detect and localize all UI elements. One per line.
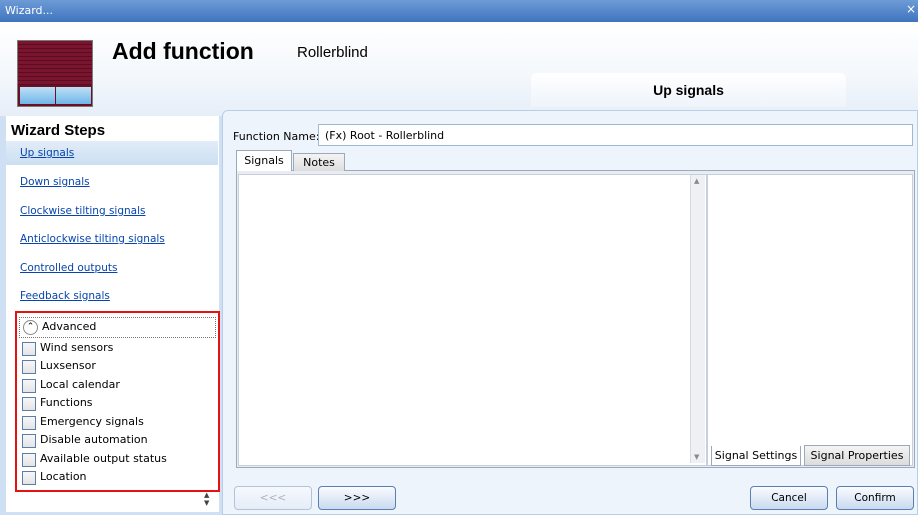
scroll-down-icon[interactable]: ▼ (204, 499, 216, 507)
step-link[interactable]: Feedback signals (20, 290, 110, 302)
chevron-up-icon[interactable]: ⌃ (23, 320, 38, 335)
checkbox-label: Location (40, 470, 87, 483)
checkbox-label: Functions (40, 396, 93, 409)
step-link[interactable]: Down signals (20, 176, 90, 188)
scroll-down-icon[interactable]: ▼ (694, 453, 699, 461)
window-titlebar: Wizard... × (0, 0, 918, 22)
step-down-signals[interactable]: Down signals (6, 170, 218, 194)
close-icon[interactable]: × (906, 2, 916, 16)
step-link[interactable]: Anticlockwise tilting signals (20, 233, 165, 245)
checkbox-box[interactable] (22, 416, 36, 430)
step-controlled-outputs[interactable]: Controlled outputs (6, 256, 218, 280)
current-step-tab: Up signals (531, 73, 846, 107)
checkbox-box[interactable] (22, 434, 36, 448)
page-title: Add function (112, 38, 254, 64)
checkbox-box[interactable] (22, 379, 36, 393)
window-title: Wizard... (5, 4, 54, 17)
page-subtitle: Rollerblind (297, 44, 368, 61)
sidebar-scroll-arrows[interactable]: ▲ ▼ (204, 491, 216, 512)
checkbox-box[interactable] (22, 397, 36, 411)
checkbox-label: Luxsensor (40, 359, 96, 372)
function-name-label: Function Name: (233, 130, 320, 143)
previous-button[interactable]: <<< (234, 486, 312, 510)
tab-signals[interactable]: Signals (236, 150, 292, 171)
checkbox-label: Local calendar (40, 378, 120, 391)
step-up-signals[interactable]: Up signals (6, 141, 218, 165)
step-link[interactable]: Clockwise tilting signals (20, 205, 145, 217)
step-link[interactable]: Up signals (20, 147, 74, 159)
advanced-section-header[interactable]: ⌃ Advanced (19, 317, 216, 338)
function-name-input[interactable]: (Fx) Root - Rollerblind (318, 124, 913, 146)
checkbox-box[interactable] (22, 471, 36, 485)
checkbox-label: Wind sensors (40, 341, 114, 354)
next-button[interactable]: >>> (318, 486, 396, 510)
confirm-button[interactable]: Confirm (836, 486, 914, 510)
checkbox-box[interactable] (22, 360, 36, 374)
signal-properties-area (707, 174, 913, 466)
rollerblind-icon (17, 40, 93, 107)
step-clockwise-tilting-signals[interactable]: Clockwise tilting signals (6, 199, 218, 223)
scroll-up-icon[interactable]: ▲ (694, 177, 699, 185)
cancel-button[interactable]: Cancel (750, 486, 828, 510)
checkbox-box[interactable] (22, 453, 36, 467)
tab-signal-settings[interactable]: Signal Settings (711, 446, 801, 466)
step-link[interactable]: Controlled outputs (20, 262, 117, 274)
checkbox-label: Emergency signals (40, 415, 144, 428)
tab-signal-properties[interactable]: Signal Properties (804, 445, 910, 466)
checkbox-label: Available output status (40, 452, 167, 465)
checkbox-label: Disable automation (40, 433, 148, 446)
step-anticlockwise-tilting-signals[interactable]: Anticlockwise tilting signals (6, 227, 218, 251)
signals-list-scrollbar[interactable]: ▲ ▼ (690, 175, 705, 463)
wizard-steps-title: Wizard Steps (11, 122, 106, 139)
tab-notes[interactable]: Notes (293, 153, 345, 171)
advanced-label: Advanced (42, 320, 97, 333)
signals-list[interactable] (238, 174, 707, 466)
checkbox-box[interactable] (22, 342, 36, 356)
scroll-up-icon[interactable]: ▲ (204, 491, 216, 499)
step-feedback-signals[interactable]: Feedback signals (6, 284, 218, 308)
